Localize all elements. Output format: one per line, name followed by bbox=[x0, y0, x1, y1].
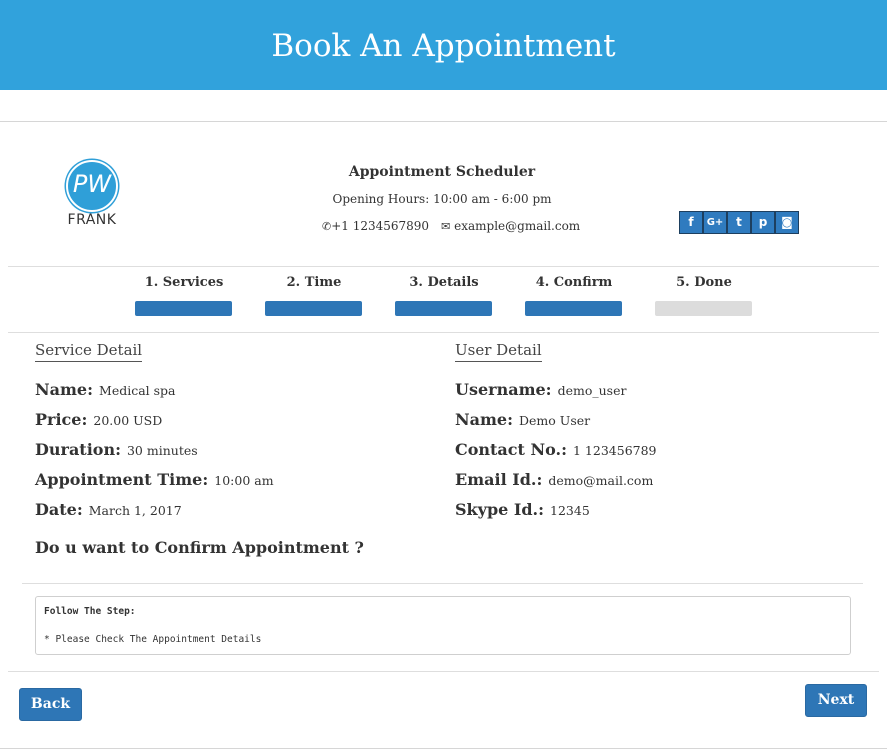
username-row: Username: demo_user bbox=[455, 380, 626, 399]
envelope-icon: ✉ bbox=[441, 220, 451, 233]
field-label: Skype Id.: bbox=[455, 500, 545, 519]
next-button[interactable]: Next bbox=[805, 684, 867, 717]
back-button[interactable]: Back bbox=[19, 688, 82, 721]
opening-hours: Opening Hours: 10:00 am - 6:00 pm bbox=[332, 192, 552, 206]
page-title: Book An Appointment bbox=[271, 28, 616, 64]
field-label: Username: bbox=[455, 380, 552, 399]
twitter-icon[interactable]: t bbox=[727, 211, 751, 234]
appointment-time-row: Appointment Time: 10:00 am bbox=[35, 470, 274, 489]
social-links: f G+ t p ◙ bbox=[679, 211, 799, 234]
step-progress-bar bbox=[135, 301, 232, 316]
logo-text: FRANK bbox=[67, 212, 117, 228]
appointment-date-row: Date: March 1, 2017 bbox=[35, 500, 182, 519]
logo: PW bbox=[66, 160, 118, 212]
contact-row: Contact No.: 1 123456789 bbox=[455, 440, 657, 459]
contact-info: ✆+1 1234567890 ✉ example@gmail.com bbox=[322, 219, 582, 233]
user-name-row: Name: Demo User bbox=[455, 410, 590, 429]
step-confirm[interactable]: 4. Confirm bbox=[525, 275, 623, 316]
service-detail-heading: Service Detail bbox=[35, 341, 143, 362]
facebook-icon[interactable]: f bbox=[679, 211, 703, 234]
step-label: 2. Time bbox=[286, 275, 342, 290]
field-label: Name: bbox=[35, 380, 94, 399]
instructions-line: * Please Check The Appointment Details bbox=[44, 634, 262, 645]
divider bbox=[0, 748, 887, 749]
service-price-row: Price: 20.00 USD bbox=[35, 410, 162, 429]
header-banner: Book An Appointment bbox=[0, 0, 887, 90]
instructions-box: Follow The Step: * Please Check The Appo… bbox=[35, 596, 851, 655]
divider bbox=[8, 266, 879, 267]
field-label: Duration: bbox=[35, 440, 121, 459]
step-label: 5. Done bbox=[676, 275, 732, 290]
field-value: demo_user bbox=[557, 383, 627, 398]
field-label: Date: bbox=[35, 500, 83, 519]
divider bbox=[8, 671, 879, 672]
step-services[interactable]: 1. Services bbox=[135, 275, 233, 316]
field-value: 12345 bbox=[550, 503, 590, 518]
field-label: Name: bbox=[455, 410, 514, 429]
service-duration-row: Duration: 30 minutes bbox=[35, 440, 198, 459]
field-label: Price: bbox=[35, 410, 88, 429]
step-label: 3. Details bbox=[409, 275, 479, 290]
confirm-question: Do u want to Confirm Appointment ? bbox=[35, 538, 364, 557]
step-progress-bar bbox=[655, 301, 752, 316]
step-details[interactable]: 3. Details bbox=[395, 275, 493, 316]
phone-number: +1 1234567890 bbox=[331, 219, 430, 233]
field-label: Contact No.: bbox=[455, 440, 567, 459]
step-progress-bar bbox=[525, 301, 622, 316]
step-label: 1. Services bbox=[144, 275, 224, 290]
field-label: Appointment Time: bbox=[35, 470, 209, 489]
field-value: Medical spa bbox=[99, 383, 176, 398]
step-time[interactable]: 2. Time bbox=[265, 275, 363, 316]
step-progress-bar bbox=[395, 301, 492, 316]
field-value: 1 123456789 bbox=[573, 443, 657, 458]
step-label: 4. Confirm bbox=[535, 275, 613, 290]
instagram-icon[interactable]: ◙ bbox=[775, 211, 799, 234]
user-detail-heading: User Detail bbox=[455, 341, 542, 362]
logo-mark: PW bbox=[72, 170, 112, 198]
skype-row: Skype Id.: 12345 bbox=[455, 500, 590, 519]
google-plus-icon[interactable]: G+ bbox=[703, 211, 727, 234]
email-row: Email Id.: demo@mail.com bbox=[455, 470, 653, 489]
field-value: March 1, 2017 bbox=[88, 503, 182, 518]
business-title: Appointment Scheduler bbox=[348, 164, 536, 180]
pinterest-icon[interactable]: p bbox=[751, 211, 775, 234]
phone-icon: ✆ bbox=[322, 220, 332, 233]
email-address: example@gmail.com bbox=[454, 219, 581, 233]
field-value: 10:00 am bbox=[214, 473, 274, 488]
step-progress-bar bbox=[265, 301, 362, 316]
divider bbox=[8, 332, 879, 333]
field-value: demo@mail.com bbox=[548, 473, 654, 488]
field-value: 20.00 USD bbox=[93, 413, 163, 428]
divider bbox=[22, 583, 863, 584]
instructions-title: Follow The Step: bbox=[44, 606, 136, 617]
step-done[interactable]: 5. Done bbox=[655, 275, 753, 316]
field-value: 30 minutes bbox=[126, 443, 198, 458]
field-label: Email Id.: bbox=[455, 470, 543, 489]
field-value: Demo User bbox=[519, 413, 591, 428]
service-name-row: Name: Medical spa bbox=[35, 380, 176, 399]
divider bbox=[0, 121, 887, 122]
